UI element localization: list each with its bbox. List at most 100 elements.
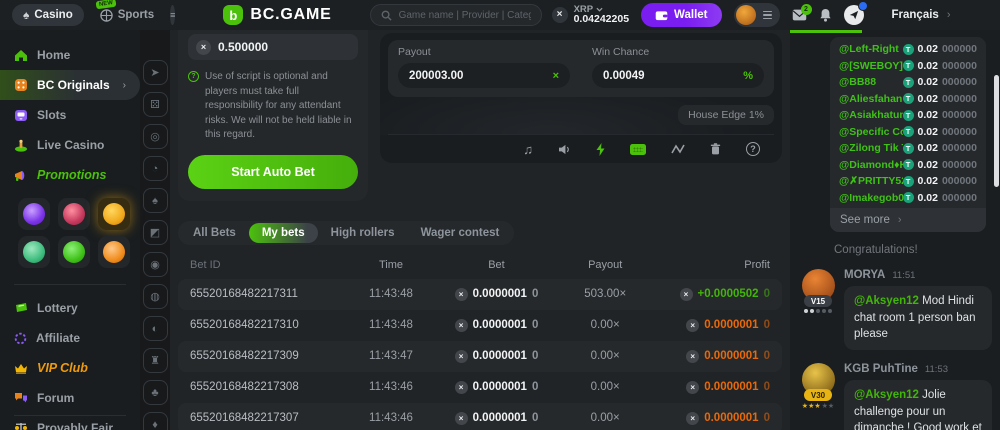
sidebar-item-promotions[interactable]: Promotions	[0, 160, 140, 190]
rain-winner-row[interactable]: @Aliesfahan1363 T 0.02000000	[839, 91, 977, 108]
win-chance-input[interactable]	[603, 70, 743, 82]
winner-username[interactable]: @✗PRITTY5233✗	[839, 175, 903, 187]
sound-icon[interactable]	[558, 144, 571, 155]
payout-input[interactable]	[409, 70, 553, 82]
turbo-bolt-icon[interactable]	[596, 143, 605, 156]
promo-tile[interactable]	[18, 236, 50, 268]
mention[interactable]: @Aksyen12	[854, 295, 919, 307]
winner-username[interactable]: @Asiakhatun	[839, 109, 903, 121]
mention[interactable]: @Aksyen12	[854, 389, 919, 401]
rain-winner-row[interactable]: @Specific Cowden T 0.02000000	[839, 124, 977, 141]
game-search[interactable]	[370, 4, 542, 26]
time-cell: 11:43:47	[348, 350, 434, 362]
bet-id-cell: 65520168482217309	[190, 350, 348, 362]
table-row[interactable]: 65520168482217311 11:43:48 × 0.00000010 …	[178, 279, 782, 310]
game-icon[interactable]: ◍	[143, 284, 168, 309]
bet-amount-field[interactable]: ×	[188, 34, 358, 60]
game-icon[interactable]: ➤	[143, 60, 168, 85]
wallet-button[interactable]: Wallet	[641, 3, 721, 27]
sidebar-item-slots[interactable]: Slots	[0, 100, 140, 130]
stats-icon[interactable]	[671, 144, 685, 154]
notifications-button[interactable]	[819, 8, 832, 22]
avatar[interactable]	[736, 5, 756, 25]
rain-winner-row[interactable]: @Imakegob00m... T 0.02000000	[839, 190, 977, 207]
game-icon[interactable]: ♣	[143, 380, 168, 405]
game-icon[interactable]: ♠	[143, 188, 168, 213]
bets-tab[interactable]: Wager contest	[408, 223, 513, 243]
promo-tile[interactable]	[98, 236, 130, 268]
promo-tile[interactable]	[58, 198, 90, 230]
promo-tile[interactable]	[18, 198, 50, 230]
hamburger-glyph: ≡	[170, 10, 175, 20]
tab-casino[interactable]: ♠ Casino	[12, 4, 84, 26]
bets-table: Bet ID Time Bet Payout Profit 6552016848…	[178, 251, 782, 430]
sidebar-item-bc-originals[interactable]: BC Originals ›	[0, 70, 140, 100]
game-icon[interactable]: ◉	[143, 252, 168, 277]
winner-username[interactable]: @Left-Right	[839, 43, 899, 55]
menu-hamburger-icon[interactable]: ≡	[170, 5, 175, 25]
winner-username[interactable]: @Imakegob00m...	[839, 192, 903, 204]
table-row[interactable]: 65520168482217310 11:43:48 × 0.00000010 …	[178, 310, 782, 341]
table-row[interactable]: 65520168482217307 11:43:46 × 0.00000010 …	[178, 403, 782, 430]
bc-game-logo[interactable]: b BC.GAME	[223, 5, 331, 25]
profile-menu[interactable]	[734, 3, 780, 27]
usdt-coin-icon: T	[903, 93, 914, 104]
game-icon[interactable]: ♦	[143, 412, 168, 430]
game-icon[interactable]: ◩	[143, 220, 168, 245]
tab-sports[interactable]: NEW Sports	[94, 4, 160, 26]
sidebar-item-lottery[interactable]: Lottery	[0, 293, 140, 323]
see-more-button[interactable]: See more ›	[830, 208, 986, 232]
table-row[interactable]: 65520168482217309 11:43:47 × 0.00000010 …	[178, 341, 782, 372]
rain-winner-row[interactable]: @✗PRITTY5233✗ T 0.02000000	[839, 173, 977, 190]
rain-winner-row[interactable]: @BB88 T 0.02000000	[839, 74, 977, 91]
bets-tab[interactable]: My bets	[249, 223, 318, 243]
message-username[interactable]: MORYA	[844, 269, 885, 281]
game-icon[interactable]: ◔	[143, 156, 168, 181]
language-selector[interactable]: Français ›	[892, 9, 951, 21]
winner-username[interactable]: @BB88	[839, 76, 876, 88]
winner-username[interactable]: @Zilong Tik Tok	[839, 142, 903, 154]
help-icon[interactable]: ?	[746, 142, 760, 156]
chat-scrollbar[interactable]	[994, 75, 999, 187]
sidebar-item-forum[interactable]: Forum	[0, 383, 140, 413]
game-icon[interactable]: ⚄	[143, 92, 168, 117]
rain-winner-row[interactable]: @Asiakhatun T 0.02000000	[839, 107, 977, 124]
rain-winner-row[interactable]: @Zilong Tik Tok T 0.02000000	[839, 140, 977, 157]
winner-username[interactable]: @Diamond♦Hu...	[839, 159, 903, 171]
start-auto-bet-button[interactable]: Start Auto Bet	[188, 155, 358, 189]
usdt-coin-icon: T	[903, 126, 914, 137]
messages-button[interactable]: 2	[792, 9, 807, 21]
bet-amount-input[interactable]	[218, 40, 350, 54]
win-chance-input-wrap[interactable]: %	[592, 63, 764, 88]
table-row[interactable]: 65520168482217308 11:43:46 × 0.00000010 …	[178, 372, 782, 403]
chat-toggle-button[interactable]	[844, 5, 864, 25]
hotkeys-keyboard-icon[interactable]	[630, 144, 646, 155]
sidebar-item-live-casino[interactable]: Live Casino	[0, 130, 140, 160]
promo-tile[interactable]	[58, 236, 90, 268]
winner-username[interactable]: @Specific Cowden	[839, 126, 903, 138]
payout-input-wrap[interactable]: ×	[398, 63, 570, 88]
sidebar-divider	[14, 284, 126, 285]
sidebar-item-home[interactable]: Home	[0, 40, 140, 70]
bets-tab[interactable]: All Bets	[180, 223, 249, 243]
rain-winner-row[interactable]: @Diamond♦Hu... T 0.02000000	[839, 157, 977, 174]
search-input[interactable]	[399, 10, 531, 21]
promo-tile[interactable]	[98, 198, 130, 230]
game-icon[interactable]: ◐	[143, 316, 168, 341]
game-icon[interactable]: ♜	[143, 348, 168, 373]
game-icon[interactable]: ◎	[143, 124, 168, 149]
winner-username[interactable]: @Aliesfahan1363	[839, 93, 903, 105]
promo-grid	[0, 190, 140, 276]
rain-winner-row[interactable]: @Left-Right T 0.02000000	[839, 41, 977, 58]
clear-trash-icon[interactable]	[710, 143, 721, 155]
message-username[interactable]: KGB PuhTine	[844, 363, 918, 375]
rain-winner-row[interactable]: @[SWEBOY] T 0.02000000	[839, 58, 977, 75]
promo-art	[103, 241, 125, 263]
music-icon[interactable]: ♫	[523, 142, 533, 157]
bets-tab[interactable]: High rollers	[318, 223, 408, 243]
winner-username[interactable]: @[SWEBOY]	[839, 60, 903, 72]
time-cell: 11:43:48	[348, 319, 434, 331]
sidebar-item-affiliate[interactable]: Affiliate	[0, 323, 140, 353]
sidebar-item-vip-club[interactable]: VIP Club	[0, 353, 140, 383]
balance-selector[interactable]: × XRP 0.04242205	[552, 5, 629, 26]
